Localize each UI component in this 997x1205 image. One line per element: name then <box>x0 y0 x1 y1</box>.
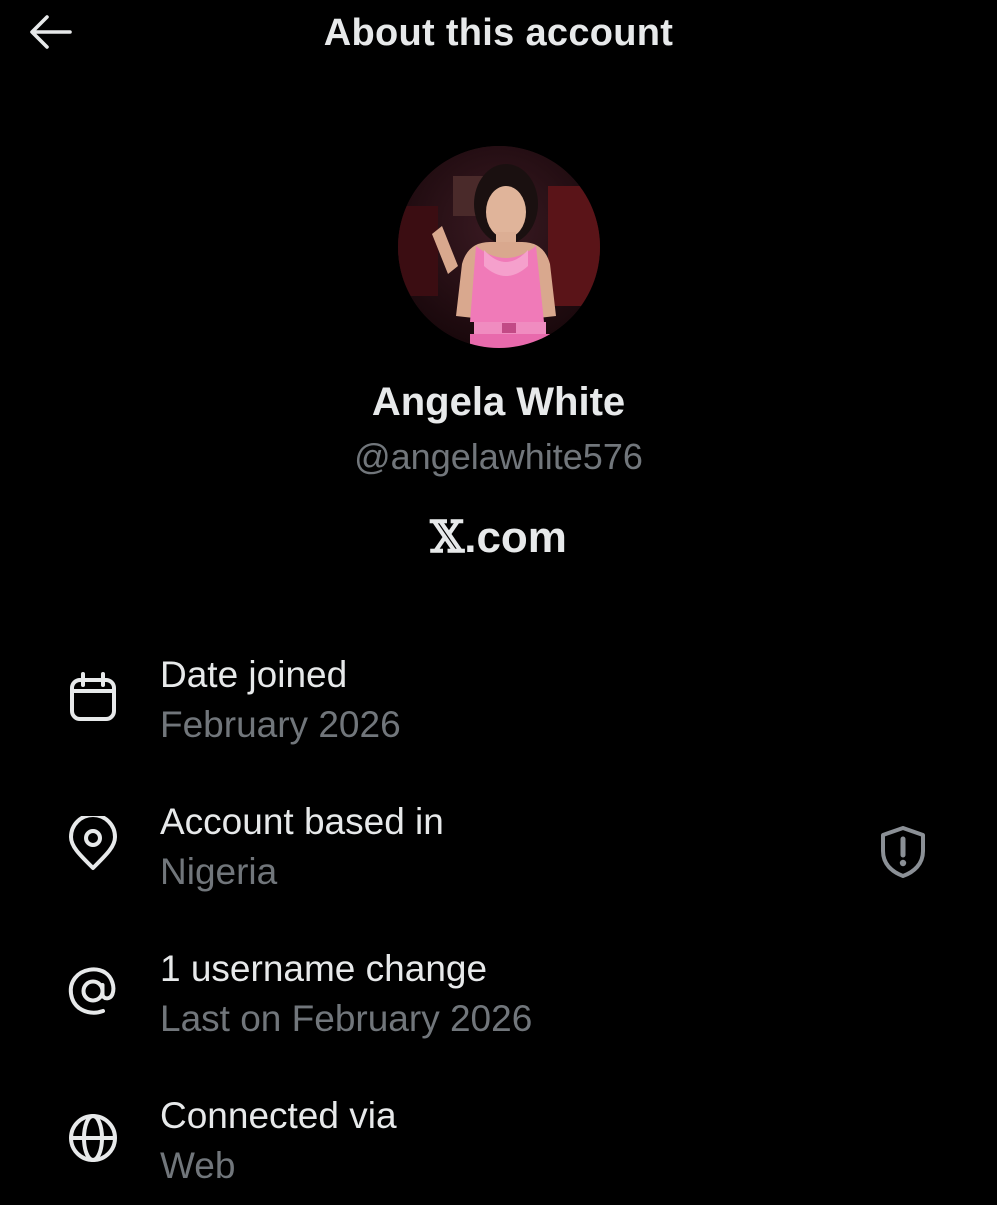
username-handle: @angelawhite576 <box>354 436 643 477</box>
account-location-label: Account based in <box>160 801 444 842</box>
username-change-row: 1 username change Last on February 2026 <box>0 948 997 1058</box>
top-bar: About this account <box>0 0 997 70</box>
connected-via-value: Web <box>160 1145 236 1186</box>
date-joined-row: Date joined February 2026 <box>0 654 997 764</box>
globe-icon <box>64 1109 122 1167</box>
platform-label: 𝕏.com <box>0 512 997 563</box>
account-location-value: Nigeria <box>160 851 278 892</box>
display-name: Angela White <box>371 380 626 424</box>
shield-alert-icon <box>878 825 928 884</box>
at-sign-icon <box>64 962 122 1020</box>
platform-suffix: .com <box>464 513 567 562</box>
date-joined-label: Date joined <box>160 654 348 695</box>
account-location-row: Account based in Nigeria <box>0 801 997 911</box>
x-logo-mark: 𝕏 <box>430 512 465 563</box>
calendar-icon <box>64 668 122 726</box>
page-title: About this account <box>323 12 674 54</box>
location-pin-icon <box>64 815 122 873</box>
avatar[interactable] <box>398 146 600 348</box>
date-joined-value: February 2026 <box>160 704 401 745</box>
username-change-value: Last on February 2026 <box>160 998 533 1039</box>
location-info-button[interactable] <box>874 825 932 883</box>
connected-via-label: Connected via <box>160 1095 397 1136</box>
connected-via-row: Connected via Web <box>0 1095 997 1205</box>
username-change-label: 1 username change <box>160 948 488 989</box>
